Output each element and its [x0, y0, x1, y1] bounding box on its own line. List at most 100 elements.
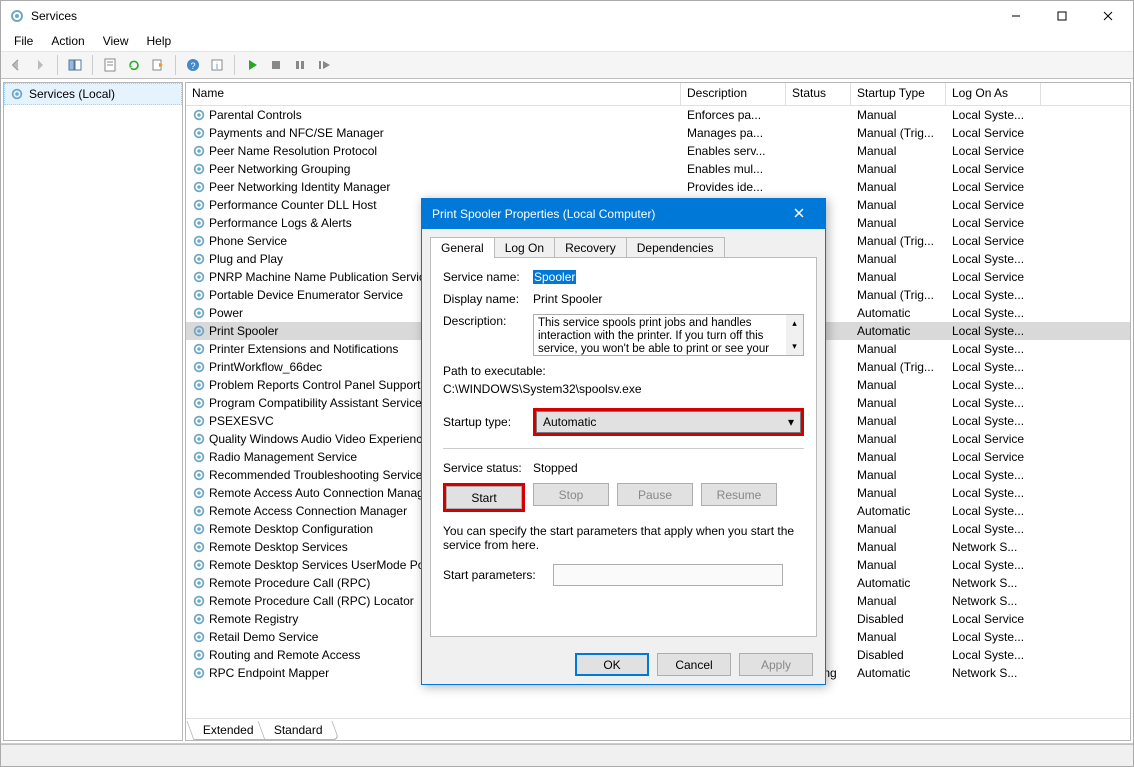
export-button[interactable]	[147, 54, 169, 76]
service-logon-cell: Local Syste...	[946, 630, 1041, 644]
service-logon-cell: Local Syste...	[946, 522, 1041, 536]
pause-button[interactable]: Pause	[617, 483, 693, 506]
service-startup-cell: Manual	[851, 540, 946, 554]
menu-file[interactable]: File	[5, 32, 42, 50]
start-service-button[interactable]	[241, 54, 263, 76]
service-logon-cell: Local Syste...	[946, 324, 1041, 338]
description-text: This service spools print jobs and handl…	[538, 317, 799, 356]
cancel-button[interactable]: Cancel	[657, 653, 731, 676]
service-name-cell: Parental Controls	[186, 108, 681, 122]
ok-button[interactable]: OK	[575, 653, 649, 676]
resume-button[interactable]: Resume	[701, 483, 777, 506]
service-logon-cell: Local Syste...	[946, 360, 1041, 374]
tree-item-services-local[interactable]: Services (Local)	[4, 83, 182, 105]
apply-button[interactable]: Apply	[739, 653, 813, 676]
display-name-value: Print Spooler	[533, 292, 804, 306]
service-logon-cell: Local Service	[946, 432, 1041, 446]
scroll-down-icon[interactable]: ▾	[786, 338, 803, 355]
minimize-button[interactable]	[993, 1, 1039, 31]
divider	[443, 448, 804, 449]
window-title: Services	[31, 9, 993, 23]
col-startup[interactable]: Startup Type	[851, 83, 946, 105]
service-startup-cell: Manual	[851, 144, 946, 158]
properties-button[interactable]	[99, 54, 121, 76]
pause-service-button[interactable]	[289, 54, 311, 76]
service-logon-cell: Local Syste...	[946, 504, 1041, 518]
col-name[interactable]: Name	[186, 83, 681, 105]
service-logon-cell: Local Service	[946, 144, 1041, 158]
service-logon-cell: Local Service	[946, 234, 1041, 248]
restart-service-button[interactable]	[313, 54, 335, 76]
service-logon-cell: Network S...	[946, 576, 1041, 590]
start-button[interactable]: Start	[446, 486, 522, 509]
service-startup-cell: Automatic	[851, 324, 946, 338]
col-description[interactable]: Description	[681, 83, 786, 105]
startup-type-combo[interactable]: Automatic ▾	[536, 411, 801, 433]
col-logon[interactable]: Log On As	[946, 83, 1041, 105]
service-startup-cell: Manual	[851, 558, 946, 572]
maximize-button[interactable]	[1039, 1, 1085, 31]
service-startup-cell: Manual	[851, 414, 946, 428]
dialog-close-button[interactable]	[779, 207, 819, 221]
titlebar: Services	[1, 1, 1133, 31]
service-startup-cell: Manual	[851, 198, 946, 212]
menu-view[interactable]: View	[94, 32, 138, 50]
start-params-label: Start parameters:	[443, 568, 553, 582]
service-row[interactable]: Payments and NFC/SE ManagerManages pa...…	[186, 124, 1130, 142]
tab-recovery[interactable]: Recovery	[554, 237, 627, 258]
toolbar: ? i	[1, 51, 1133, 79]
stop-button[interactable]: Stop	[533, 483, 609, 506]
service-logon-cell: Local Service	[946, 450, 1041, 464]
close-button[interactable]	[1085, 1, 1131, 31]
service-logon-cell: Local Service	[946, 198, 1041, 212]
back-button[interactable]	[5, 54, 27, 76]
tab-standard[interactable]: Standard	[257, 721, 339, 740]
service-logon-cell: Local Syste...	[946, 486, 1041, 500]
service-row[interactable]: Peer Networking GroupingEnables mul...Ma…	[186, 160, 1130, 178]
tab-dependencies[interactable]: Dependencies	[626, 237, 725, 258]
service-startup-cell: Manual (Trig...	[851, 234, 946, 248]
menu-help[interactable]: Help	[138, 32, 181, 50]
service-logon-cell: Local Syste...	[946, 108, 1041, 122]
forward-button[interactable]	[29, 54, 51, 76]
help-button[interactable]: ?	[182, 54, 204, 76]
menu-action[interactable]: Action	[42, 32, 93, 50]
description-scrollbar[interactable]: ▴ ▾	[786, 315, 803, 355]
dialog-buttons: OK Cancel Apply	[422, 645, 825, 684]
general-page: Service name: Spooler Display name: Prin…	[430, 257, 817, 637]
tab-logon[interactable]: Log On	[494, 237, 555, 258]
service-startup-cell: Manual	[851, 594, 946, 608]
stop-service-button[interactable]	[265, 54, 287, 76]
refresh-button[interactable]	[123, 54, 145, 76]
start-params-input[interactable]	[553, 564, 783, 586]
service-logon-cell: Network S...	[946, 540, 1041, 554]
service-desc-cell: Provides ide...	[681, 180, 786, 194]
scroll-up-icon[interactable]: ▴	[786, 315, 803, 332]
description-box: This service spools print jobs and handl…	[533, 314, 804, 356]
show-hide-tree-button[interactable]	[64, 54, 86, 76]
gear-icon	[10, 87, 24, 101]
service-status-label: Service status:	[443, 461, 533, 475]
tab-general[interactable]: General	[430, 237, 495, 258]
service-logon-cell: Local Syste...	[946, 306, 1041, 320]
service-desc-cell: Enables serv...	[681, 144, 786, 158]
service-startup-cell: Manual	[851, 180, 946, 194]
service-logon-cell: Local Syste...	[946, 468, 1041, 482]
services-window: Services File Action View Help ? i	[0, 0, 1134, 767]
service-startup-cell: Manual	[851, 270, 946, 284]
col-status[interactable]: Status	[786, 83, 851, 105]
service-startup-cell: Manual (Trig...	[851, 288, 946, 302]
service-row[interactable]: Peer Networking Identity ManagerProvides…	[186, 178, 1130, 196]
service-startup-cell: Automatic	[851, 666, 946, 680]
help-topics-button[interactable]: i	[206, 54, 228, 76]
service-row[interactable]: Parental ControlsEnforces pa...ManualLoc…	[186, 106, 1130, 124]
service-startup-cell: Manual	[851, 252, 946, 266]
service-startup-cell: Manual	[851, 486, 946, 500]
service-logon-cell: Local Syste...	[946, 252, 1041, 266]
service-startup-cell: Manual	[851, 522, 946, 536]
service-name-cell: Peer Networking Identity Manager	[186, 180, 681, 194]
service-row[interactable]: Peer Name Resolution ProtocolEnables ser…	[186, 142, 1130, 160]
service-name-cell: Payments and NFC/SE Manager	[186, 126, 681, 140]
service-startup-cell: Manual (Trig...	[851, 360, 946, 374]
start-button-highlight: Start	[443, 483, 525, 512]
